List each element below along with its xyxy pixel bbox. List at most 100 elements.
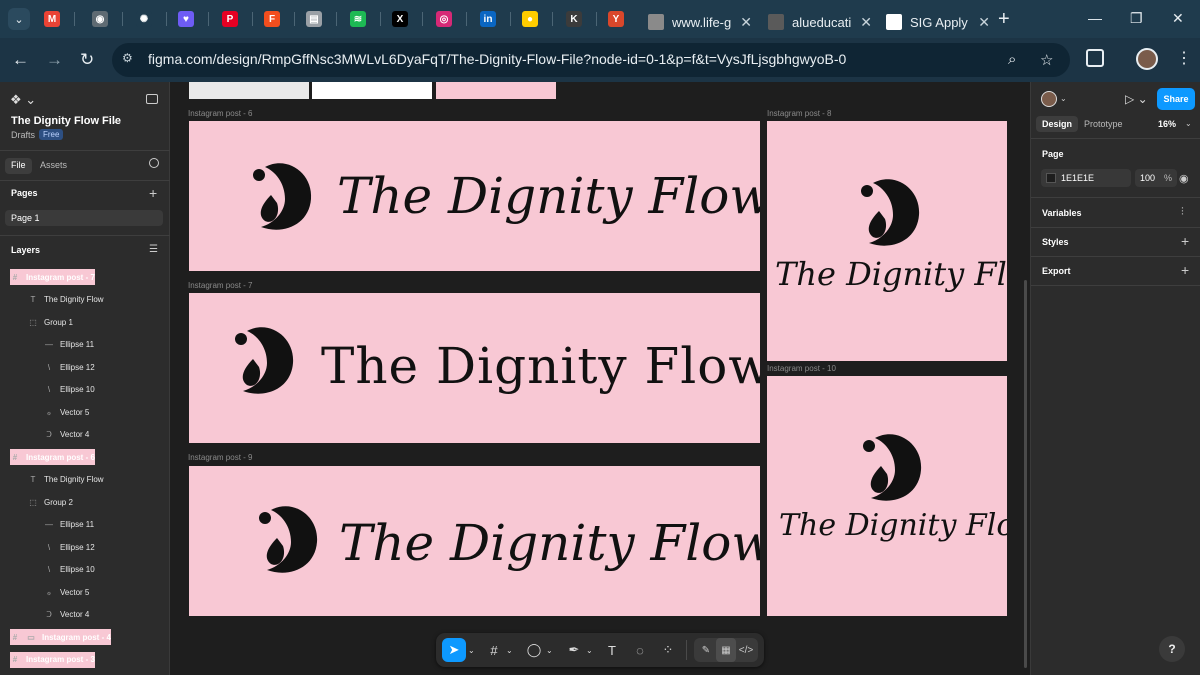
close-window-icon[interactable]: ✕	[1172, 10, 1184, 27]
styles-title[interactable]: Styles	[1042, 237, 1069, 247]
layers-options-icon[interactable]: ☰	[149, 244, 158, 255]
avatar[interactable]	[1041, 91, 1057, 107]
layer-row[interactable]: \ Ellipse 12	[44, 359, 95, 375]
y-app-icon[interactable]: Y	[608, 11, 624, 27]
address-bar[interactable]: ⚙ figma.com/design/RmpGffNsc3MWLvL6DyaFq…	[112, 43, 1070, 77]
chatgpt-icon[interactable]: ✺	[136, 11, 152, 27]
chevron-down-icon[interactable]: ⌄	[1060, 94, 1067, 103]
frame-tool-icon[interactable]: #	[484, 638, 504, 662]
color-swatch[interactable]	[1046, 173, 1056, 183]
tab-life[interactable]: www.life-g ✕	[640, 6, 752, 38]
add-style-icon[interactable]: +	[1181, 234, 1189, 248]
figma-menu-icon[interactable]: ❖ ⌄	[10, 92, 36, 108]
actions-tool-icon[interactable]: ⁘	[658, 638, 678, 662]
tab-prototype[interactable]: Prototype	[1078, 116, 1129, 132]
figma-icon[interactable]: F	[264, 11, 280, 27]
site-info-icon[interactable]: ⚙	[122, 51, 138, 67]
layer-row[interactable]: — Ellipse 11	[44, 517, 94, 533]
frame-label[interactable]: Instagram post - 8	[767, 109, 831, 118]
background-hex[interactable]: 1E1E1E	[1061, 173, 1094, 183]
move-tool-icon[interactable]: ➤	[442, 638, 466, 662]
chevron-down-icon[interactable]: ⌄	[111, 115, 119, 126]
profile-avatar[interactable]	[1136, 48, 1158, 70]
dev-mode-icon[interactable]: </>	[736, 638, 756, 662]
frame-instagram-post-6[interactable]: The Dignity Flow	[189, 121, 760, 271]
linkedin-icon[interactable]: in	[480, 11, 496, 27]
layer-row[interactable]: \ Ellipse 10	[44, 562, 95, 578]
layer-row[interactable]: Ↄ Vector 4	[44, 427, 89, 443]
layer-row[interactable]: \ Ellipse 12	[44, 539, 95, 555]
layer-row[interactable]: — Ellipse 11	[44, 337, 94, 353]
layer-row[interactable]: ⬚ Group 2	[28, 494, 73, 510]
chevron-down-icon[interactable]: ⌄	[546, 638, 553, 662]
close-tab-icon[interactable]: ✕	[740, 14, 752, 31]
frame-instagram-post-9[interactable]: The Dignity Flow	[189, 466, 760, 616]
page-item-page-1[interactable]: Page 1	[5, 210, 163, 226]
export-title[interactable]: Export	[1042, 266, 1071, 276]
restore-icon[interactable]: ❐	[1130, 10, 1143, 27]
reload-icon[interactable]: ↻	[80, 50, 94, 70]
file-name[interactable]: The Dignity Flow File	[11, 115, 121, 127]
tab-search-dropdown[interactable]: ⌄	[8, 8, 30, 30]
shape-tool-icon[interactable]: ◯	[524, 638, 544, 662]
layer-row[interactable]: ℴ Vector 5	[44, 584, 89, 600]
tab-sig-apply[interactable]: SIG Apply ✕	[878, 6, 990, 38]
new-tab-button[interactable]: +	[998, 9, 1010, 29]
frame-label[interactable]: Instagram post - 6	[188, 109, 252, 118]
spotify-icon[interactable]: ≋	[350, 11, 366, 27]
panel-toggle-icon[interactable]	[146, 94, 158, 104]
layer-row[interactable]: T The Dignity Flow	[28, 472, 104, 488]
close-tab-icon[interactable]: ✕	[860, 14, 872, 31]
add-page-icon[interactable]: +	[149, 186, 157, 200]
frame-partial[interactable]	[189, 82, 309, 99]
chevron-down-icon[interactable]: ⌄	[1185, 119, 1192, 128]
close-tab-icon[interactable]: ✕	[978, 14, 990, 31]
search-icon[interactable]	[149, 158, 159, 168]
tab-file[interactable]: File	[5, 158, 32, 174]
globe-icon[interactable]: ◉	[92, 11, 108, 27]
design-mode-icon[interactable]: ▦	[716, 638, 736, 662]
frame-partial[interactable]	[312, 82, 432, 99]
help-button[interactable]: ?	[1159, 636, 1185, 662]
frame-label[interactable]: Instagram post - 7	[188, 281, 252, 290]
instagram-icon[interactable]: ◎	[436, 11, 452, 27]
frame-label[interactable]: Instagram post - 9	[188, 453, 252, 462]
k-icon[interactable]: K	[566, 11, 582, 27]
background-color-field[interactable]: 1E1E1E	[1041, 169, 1131, 187]
background-opacity-field[interactable]: 100 %	[1135, 169, 1177, 187]
frame-partial[interactable]	[436, 82, 556, 99]
frame-instagram-post-8[interactable]: The Dignity Flow	[767, 121, 1007, 361]
heart-app-icon[interactable]: ♥	[178, 11, 194, 27]
variables-title[interactable]: Variables	[1042, 208, 1082, 218]
layer-row[interactable]: # Instagram post - 7	[10, 269, 95, 285]
draw-mode-icon[interactable]: ✎	[696, 638, 716, 662]
add-export-icon[interactable]: +	[1181, 263, 1189, 277]
layer-row[interactable]: # Instagram post - 6	[10, 449, 95, 465]
layer-row[interactable]: ℴ Vector 5	[44, 404, 89, 420]
back-icon[interactable]: ←	[12, 50, 29, 70]
layer-row[interactable]: T The Dignity Flow	[28, 292, 104, 308]
mtn-icon[interactable]: ●	[522, 11, 538, 27]
chevron-down-icon[interactable]: ⌄	[586, 638, 593, 662]
canvas-scrollbar[interactable]	[1024, 280, 1027, 668]
frame-instagram-post-7[interactable]: The Dignity Flow	[189, 293, 760, 443]
pen-tool-icon[interactable]: ✒	[564, 638, 584, 662]
design-canvas[interactable]: Instagram post - 6 The Dignity Flow Inst…	[171, 82, 1029, 675]
layer-row[interactable]: Ↄ Vector 4	[44, 607, 89, 623]
text-tool-icon[interactable]: T	[602, 638, 622, 662]
gmail-icon[interactable]: M	[44, 11, 60, 27]
frame-label[interactable]: Instagram post - 10	[767, 364, 836, 373]
present-play-icon[interactable]: ▷ ⌄	[1125, 92, 1148, 106]
forward-icon[interactable]: →	[46, 50, 63, 70]
layer-row[interactable]: ⬚ Group 1	[28, 314, 73, 330]
layer-row[interactable]: \ Ellipse 10	[44, 382, 95, 398]
drafts-label[interactable]: Drafts	[11, 130, 35, 140]
slides-icon[interactable]: ▤	[306, 11, 322, 27]
tab-assets[interactable]: Assets	[34, 158, 73, 174]
minimize-icon[interactable]: —	[1088, 10, 1102, 26]
comment-tool-icon[interactable]: ◌	[630, 638, 650, 662]
tab-alueducation[interactable]: alueducati ✕	[760, 6, 872, 38]
chevron-down-icon[interactable]: ⌄	[506, 638, 513, 662]
opacity-value[interactable]: 100	[1140, 173, 1155, 183]
pinterest-icon[interactable]: P	[222, 11, 238, 27]
